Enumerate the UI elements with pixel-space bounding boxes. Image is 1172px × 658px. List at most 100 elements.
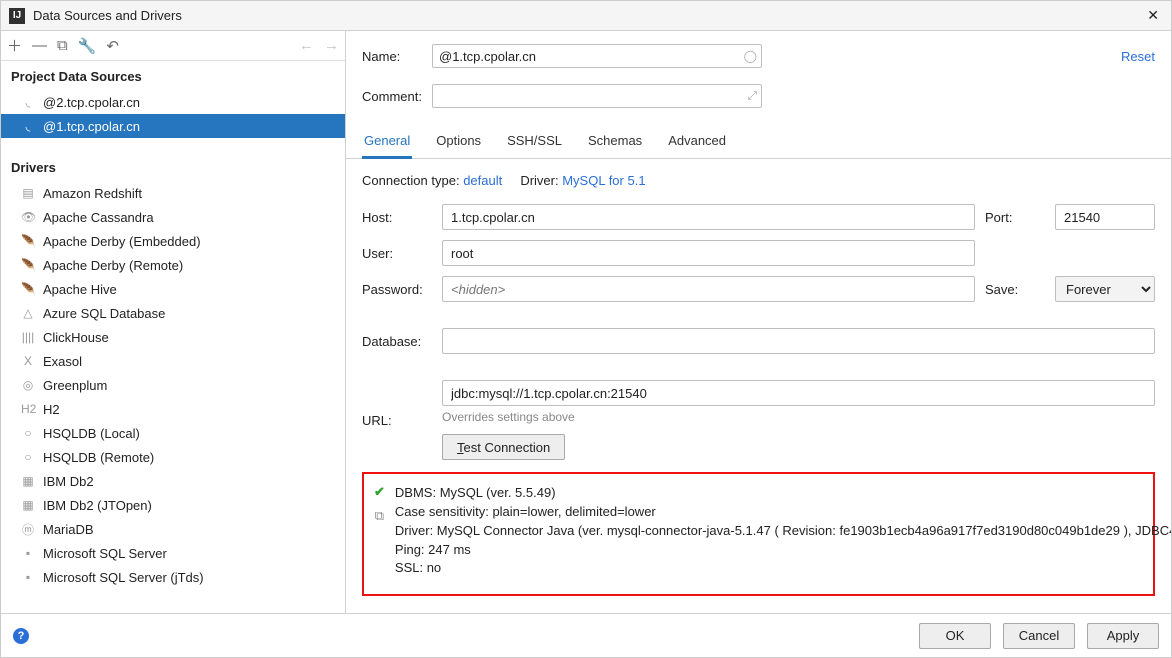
driver-icon: △: [21, 306, 35, 320]
driver-item[interactable]: ▪Microsoft SQL Server: [1, 541, 345, 565]
url-hint: Overrides settings above: [442, 410, 1155, 424]
result-line: Driver: MySQL Connector Java (ver. mysql…: [395, 522, 1171, 541]
tab-options[interactable]: Options: [434, 125, 483, 158]
connection-type-line: Connection type: default Driver: MySQL f…: [362, 173, 1155, 188]
check-icon: ✔: [374, 484, 385, 500]
footer: ? OK Cancel Apply: [1, 613, 1171, 657]
comment-input[interactable]: [439, 85, 755, 107]
password-label: Password:: [362, 282, 432, 297]
driver-item[interactable]: ▪Microsoft SQL Server (jTds): [1, 565, 345, 589]
database-input[interactable]: [442, 328, 1155, 354]
expand-icon[interactable]: ⤢: [747, 89, 757, 104]
color-picker-icon[interactable]: ◯: [744, 49, 757, 63]
ok-button[interactable]: OK: [919, 623, 991, 649]
driver-item[interactable]: 🪶Apache Derby (Remote): [1, 253, 345, 277]
driver-item[interactable]: ▦ IBM Db2 (JTOpen): [1, 493, 345, 517]
data-sources-header: Project Data Sources: [1, 61, 345, 90]
driver-label: MariaDB: [43, 522, 94, 537]
user-input[interactable]: [442, 240, 975, 266]
driver-icon: ○: [21, 450, 35, 464]
comment-label: Comment:: [362, 89, 432, 104]
revert-icon[interactable]: ↶: [106, 37, 119, 55]
save-label: Save:: [985, 282, 1045, 297]
driver-icon: ▦: [21, 498, 35, 512]
host-label: Host:: [362, 210, 432, 225]
driver-label: Apache Cassandra: [43, 210, 154, 225]
name-input[interactable]: [439, 45, 755, 67]
driver-item[interactable]: ||||ClickHouse: [1, 325, 345, 349]
comment-field[interactable]: ⤢: [432, 84, 762, 108]
driver-icon: ▪: [21, 570, 35, 584]
driver-link[interactable]: MySQL for 5.1: [562, 173, 645, 188]
forward-icon[interactable]: →: [324, 37, 339, 54]
url-input[interactable]: [442, 380, 1155, 406]
driver-item[interactable]: ▤Amazon Redshift: [1, 181, 345, 205]
drivers-header: Drivers: [1, 152, 345, 181]
left-pane: ＋ — ⧉ 🔧 ↶ ← → Project Data Sources ◟ @2.…: [1, 31, 346, 613]
driver-label: HSQLDB (Local): [43, 426, 140, 441]
copy-icon[interactable]: ⧉: [57, 37, 68, 54]
save-select[interactable]: Forever: [1055, 276, 1155, 302]
driver-label: Apache Hive: [43, 282, 117, 297]
reset-link[interactable]: Reset: [1121, 49, 1155, 64]
driver-item[interactable]: X Exasol: [1, 349, 345, 373]
password-input[interactable]: [442, 276, 975, 302]
data-source-item[interactable]: ◟ @2.tcp.cpolar.cn: [1, 90, 345, 114]
driver-label: Apache Derby (Embedded): [43, 234, 201, 249]
test-connection-button[interactable]: Test Connection: [442, 434, 565, 460]
titlebar: IJ Data Sources and Drivers ✕: [1, 1, 1171, 31]
user-label: User:: [362, 246, 432, 261]
result-line: SSL: no: [395, 559, 1171, 578]
data-source-label: @2.tcp.cpolar.cn: [43, 95, 140, 110]
tabs: General Options SSH/SSL Schemas Advanced: [346, 125, 1171, 159]
driver-label: ClickHouse: [43, 330, 109, 345]
tab-schemas[interactable]: Schemas: [586, 125, 644, 158]
driver-icon: X: [21, 354, 35, 368]
right-pane: Name: ◯ Reset Comment: ⤢ General Options…: [346, 31, 1171, 613]
driver-item[interactable]: △ Azure SQL Database: [1, 301, 345, 325]
driver-item[interactable]: ◎ Greenplum: [1, 373, 345, 397]
driver-item[interactable]: H2H2: [1, 397, 345, 421]
driver-item[interactable]: ○HSQLDB (Remote): [1, 445, 345, 469]
wrench-icon[interactable]: 🔧: [78, 37, 97, 55]
driver-item[interactable]: 🪶Apache Derby (Embedded): [1, 229, 345, 253]
tab-general[interactable]: General: [362, 125, 412, 159]
driver-item[interactable]: ○ HSQLDB (Local): [1, 421, 345, 445]
driver-item[interactable]: ⓜMariaDB: [1, 517, 345, 541]
driver-icon: ○: [21, 426, 35, 440]
driver-icon: ▪: [21, 546, 35, 560]
app-icon: IJ: [9, 8, 25, 24]
driver-icon: ◎: [21, 378, 35, 392]
driver-icon: 👁: [21, 210, 35, 224]
port-input[interactable]: [1055, 204, 1155, 230]
cancel-button[interactable]: Cancel: [1003, 623, 1075, 649]
driver-item[interactable]: 🪶 Apache Hive: [1, 277, 345, 301]
driver-label: Apache Derby (Remote): [43, 258, 183, 273]
name-field[interactable]: ◯: [432, 44, 762, 68]
driver-icon: ▤: [21, 186, 35, 200]
tab-advanced[interactable]: Advanced: [666, 125, 728, 158]
add-icon[interactable]: ＋: [7, 35, 22, 56]
host-input[interactable]: [442, 204, 975, 230]
driver-label: IBM Db2 (JTOpen): [43, 498, 152, 513]
help-icon[interactable]: ?: [13, 628, 29, 644]
driver-label: IBM Db2: [43, 474, 94, 489]
connection-type-link[interactable]: default: [463, 173, 502, 188]
driver-icon: 🪶: [21, 282, 35, 296]
url-label: URL:: [362, 413, 432, 428]
test-result-box: ✔ ⧉ DBMS: MySQL (ver. 5.5.49) Case sensi…: [362, 472, 1155, 596]
copy-icon[interactable]: ⧉: [375, 508, 384, 524]
remove-icon[interactable]: —: [32, 37, 47, 54]
driver-item[interactable]: ▦IBM Db2: [1, 469, 345, 493]
tab-sshssl[interactable]: SSH/SSL: [505, 125, 564, 158]
driver-label: Azure SQL Database: [43, 306, 165, 321]
driver-label: Exasol: [43, 354, 82, 369]
data-source-item[interactable]: ◟ @1.tcp.cpolar.cn: [1, 114, 345, 138]
result-line: DBMS: MySQL (ver. 5.5.49): [395, 484, 1171, 503]
apply-button[interactable]: Apply: [1087, 623, 1159, 649]
result-line: Ping: 247 ms: [395, 541, 1171, 560]
driver-label: Greenplum: [43, 378, 107, 393]
back-icon[interactable]: ←: [299, 37, 314, 54]
driver-item[interactable]: 👁 Apache Cassandra: [1, 205, 345, 229]
close-icon[interactable]: ✕: [1143, 7, 1163, 24]
